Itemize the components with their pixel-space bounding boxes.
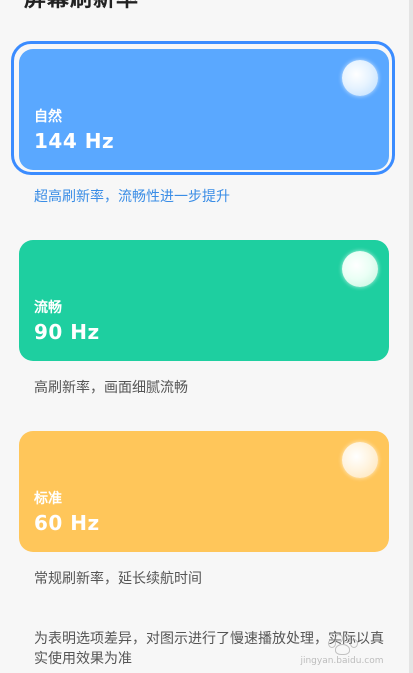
option-label: 流畅 [34, 300, 62, 316]
watermark-text: jingyan.baidu.com [300, 656, 384, 666]
sphere-icon [342, 442, 378, 478]
paw-logo-icon [325, 634, 359, 655]
refresh-option-smooth[interactable]: 流畅 90 Hz [19, 240, 389, 361]
option-label: 标准 [34, 491, 62, 507]
option-description: 常规刷新率，延长续航时间 [34, 571, 202, 587]
option-rate: 60 Hz [34, 511, 100, 535]
option-rate: 144 Hz [34, 129, 115, 153]
refresh-option-natural[interactable]: 自然 144 Hz [19, 49, 389, 170]
option-rate: 90 Hz [34, 320, 100, 344]
page-title: 屏幕刷新率 [24, 0, 139, 14]
option-description: 高刷新率，画面细腻流畅 [34, 380, 188, 396]
scroll-edge [409, 0, 413, 673]
sphere-icon [342, 251, 378, 287]
option-label: 自然 [34, 109, 62, 125]
option-description: 超高刷新率，流畅性进一步提升 [34, 189, 230, 205]
refresh-option-standard[interactable]: 标准 60 Hz [19, 431, 389, 552]
watermark: jingyan.baidu.com [297, 634, 387, 667]
sphere-icon [342, 60, 378, 96]
